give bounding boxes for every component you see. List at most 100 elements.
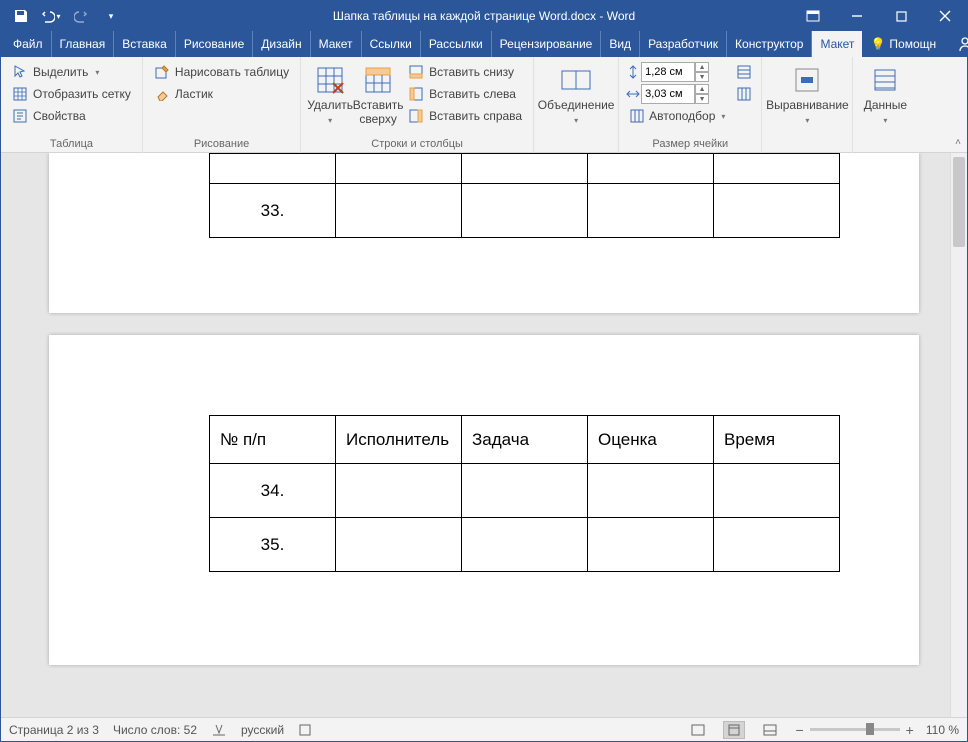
insert-right-icon xyxy=(408,108,424,124)
properties-button[interactable]: Свойства xyxy=(7,105,136,127)
lightbulb-icon: 💡 xyxy=(870,37,885,51)
zoom-in-button[interactable]: + xyxy=(906,722,914,738)
view-gridlines-button[interactable]: Отобразить сетку xyxy=(7,83,136,105)
autofit-icon xyxy=(629,108,645,124)
distribute-cols-button[interactable] xyxy=(733,83,755,105)
tab-design[interactable]: Дизайн xyxy=(253,31,310,57)
status-bar: Страница 2 из 3 Число слов: 52 русский −… xyxy=(1,717,967,741)
select-button[interactable]: Выделить▾ xyxy=(7,61,136,83)
align-icon xyxy=(791,64,823,96)
qat-customize-icon[interactable]: ▾ xyxy=(97,3,125,29)
spin-up-icon[interactable]: ▲ xyxy=(695,62,709,72)
table-row[interactable]: 33. xyxy=(210,184,840,238)
table-row[interactable]: 35. xyxy=(210,518,840,572)
tab-review[interactable]: Рецензирование xyxy=(492,31,602,57)
group-table: Выделить▾ Отобразить сетку Свойства Табл… xyxy=(1,57,143,153)
spellcheck-icon[interactable] xyxy=(211,723,227,737)
tab-file[interactable]: Файл xyxy=(3,31,52,57)
tab-draw[interactable]: Рисование xyxy=(176,31,253,57)
pencil-icon xyxy=(154,64,170,80)
minimize-icon[interactable] xyxy=(835,1,879,31)
spin-down-icon[interactable]: ▼ xyxy=(695,94,709,104)
web-layout-icon[interactable] xyxy=(759,721,781,739)
tab-insert[interactable]: Вставка xyxy=(114,31,176,57)
tab-references[interactable]: Ссылки xyxy=(362,31,421,57)
eraser-button[interactable]: Ластик xyxy=(149,83,294,105)
alignment-button[interactable]: Выравнивание▾ xyxy=(768,61,846,125)
draw-table-button[interactable]: Нарисовать таблицу xyxy=(149,61,294,83)
eraser-icon xyxy=(154,86,170,102)
insert-below-icon xyxy=(408,64,424,80)
zoom-value[interactable]: 110 % xyxy=(926,723,959,737)
window-controls xyxy=(791,1,967,31)
insert-right-button[interactable]: Вставить справа xyxy=(403,105,527,127)
group-label xyxy=(768,136,846,153)
ribbon-tabs: Файл Главная Вставка Рисование Дизайн Ма… xyxy=(1,31,967,57)
tab-developer[interactable]: Разработчик xyxy=(640,31,727,57)
group-label xyxy=(540,136,612,153)
vertical-scrollbar[interactable] xyxy=(950,153,967,717)
group-label: Таблица xyxy=(7,136,136,153)
document-area[interactable]: 33. № п/п Исполнитель Задача Оценка Врем… xyxy=(1,153,967,717)
save-icon[interactable] xyxy=(7,3,35,29)
autofit-button[interactable]: Автоподбор▾ xyxy=(625,105,729,127)
group-rows-cols: Удалить▾ Вставить сверху Вставить снизу … xyxy=(301,57,534,153)
insert-above-icon xyxy=(362,64,394,96)
merge-icon xyxy=(560,64,592,96)
tab-mailings[interactable]: Рассылки xyxy=(421,31,492,57)
quick-access-toolbar: ▾ ▾ xyxy=(1,3,131,29)
tab-help[interactable]: 💡Помощн xyxy=(862,31,944,57)
maximize-icon[interactable] xyxy=(879,1,923,31)
main-table[interactable]: № п/п Исполнитель Задача Оценка Время 34… xyxy=(209,415,840,572)
group-label xyxy=(859,136,911,153)
insert-below-button[interactable]: Вставить снизу xyxy=(403,61,527,83)
tab-table-layout[interactable]: Макет xyxy=(812,31,862,57)
properties-icon xyxy=(12,108,28,124)
share-icon[interactable] xyxy=(954,33,968,55)
merge-button[interactable]: Объединение▾ xyxy=(540,61,612,125)
delete-table-icon xyxy=(314,64,346,96)
group-label: Размер ячейки xyxy=(625,136,755,153)
table-row[interactable] xyxy=(210,154,840,184)
zoom-out-button[interactable]: − xyxy=(795,722,803,738)
ribbon-display-icon[interactable] xyxy=(791,1,835,31)
group-draw: Нарисовать таблицу Ластик Рисование xyxy=(143,57,301,153)
data-button[interactable]: Данные▾ xyxy=(859,61,911,125)
scrollbar-thumb[interactable] xyxy=(953,157,965,247)
language-status[interactable]: русский xyxy=(241,723,284,737)
collapse-ribbon-icon[interactable]: ˄ xyxy=(955,137,961,148)
ribbon: Выделить▾ Отобразить сетку Свойства Табл… xyxy=(1,57,967,153)
print-layout-icon[interactable] xyxy=(723,721,745,739)
spin-down-icon[interactable]: ▼ xyxy=(695,72,709,82)
zoom-thumb[interactable] xyxy=(866,723,874,735)
undo-icon[interactable]: ▾ xyxy=(37,3,65,29)
zoom-slider[interactable] xyxy=(810,728,900,731)
table-row[interactable]: 34. xyxy=(210,464,840,518)
data-icon xyxy=(869,64,901,96)
macro-icon[interactable] xyxy=(298,723,312,737)
height-icon xyxy=(625,64,641,80)
delete-button[interactable]: Удалить▾ xyxy=(307,61,353,125)
tab-home[interactable]: Главная xyxy=(52,31,115,57)
focus-mode-icon[interactable] xyxy=(687,721,709,739)
page-status[interactable]: Страница 2 из 3 xyxy=(9,723,99,737)
tab-layout[interactable]: Макет xyxy=(311,31,362,57)
tab-table-design[interactable]: Конструктор xyxy=(727,31,812,57)
redo-icon[interactable] xyxy=(67,3,95,29)
gridlines-icon xyxy=(12,86,28,102)
group-cell-size: ▲▼ ▲▼ Автоподбор▾ Размер ячейки xyxy=(619,57,762,153)
close-icon[interactable] xyxy=(923,1,967,31)
tab-view[interactable]: Вид xyxy=(601,31,640,57)
insert-above-button[interactable]: Вставить сверху xyxy=(355,61,401,127)
spin-up-icon[interactable]: ▲ xyxy=(695,84,709,94)
insert-left-button[interactable]: Вставить слева xyxy=(403,83,527,105)
page-2: № п/п Исполнитель Задача Оценка Время 34… xyxy=(49,335,919,665)
table-header-row[interactable]: № п/п Исполнитель Задача Оценка Время xyxy=(210,416,840,464)
row-height-field[interactable]: ▲▼ xyxy=(625,62,729,82)
distribute-rows-icon xyxy=(736,64,752,80)
table-continuation[interactable]: 33. xyxy=(209,153,840,238)
word-count[interactable]: Число слов: 52 xyxy=(113,723,197,737)
group-merge: Объединение▾ xyxy=(534,57,619,153)
distribute-rows-button[interactable] xyxy=(733,61,755,83)
col-width-field[interactable]: ▲▼ xyxy=(625,84,729,104)
